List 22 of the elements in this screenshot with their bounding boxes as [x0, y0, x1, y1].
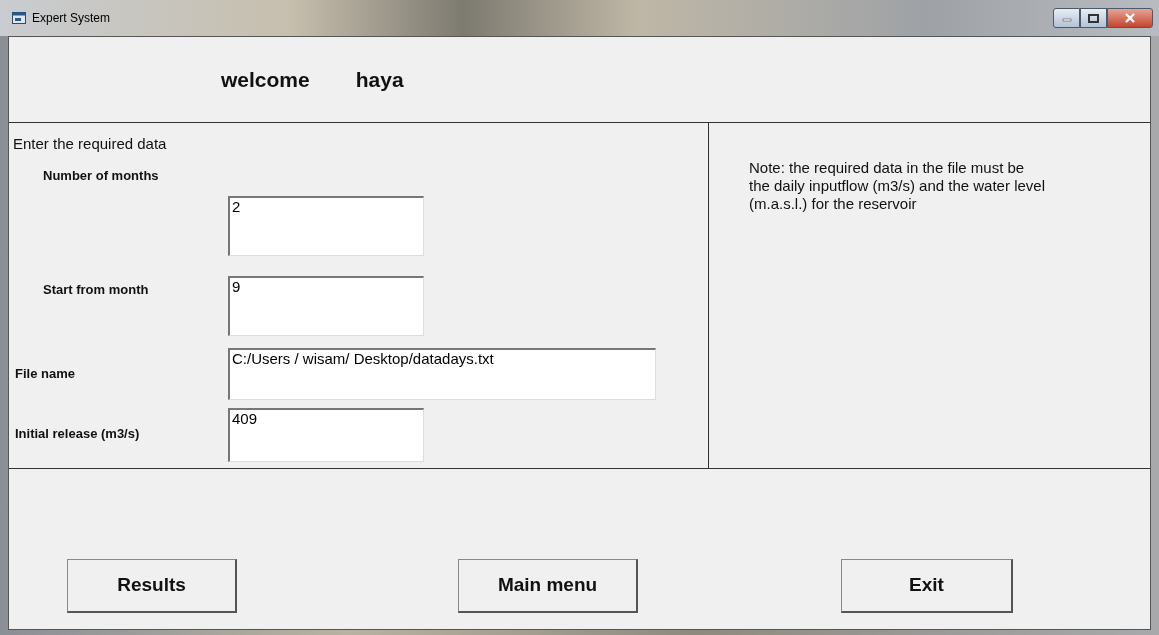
app-icon [12, 12, 26, 24]
main-menu-button[interactable]: Main menu [458, 559, 638, 613]
input-field[interactable]: 9 [228, 275, 424, 336]
close-icon [1124, 13, 1136, 23]
field-label: Initial release (m3/s) [14, 424, 141, 443]
welcome-label: welcome [221, 66, 310, 93]
field-label: File name [14, 364, 76, 383]
exit-button[interactable]: Exit [841, 559, 1013, 613]
window-title: Expert System [32, 10, 111, 27]
input-field[interactable]: C:/Users / wisam/ Desktop/datadays.txt [228, 347, 656, 400]
section-heading: Enter the required data [13, 134, 168, 154]
close-button[interactable] [1107, 8, 1153, 28]
minimize-button[interactable] [1053, 8, 1080, 28]
input-field[interactable]: 409 [228, 407, 424, 462]
input-field[interactable]: 2 [228, 195, 424, 256]
user-name: haya [355, 66, 404, 93]
field-label: Number of months [42, 166, 160, 185]
maximize-button[interactable] [1080, 8, 1107, 28]
field-label: Start from month [42, 280, 150, 299]
results-button[interactable]: Results [67, 559, 237, 613]
note-text: Note: the required data in the file must be the daily inputflow (m3/s) and the water level (m.a.s.l.) for the reservoir [749, 159, 1046, 213]
maximize-icon [1088, 13, 1099, 23]
